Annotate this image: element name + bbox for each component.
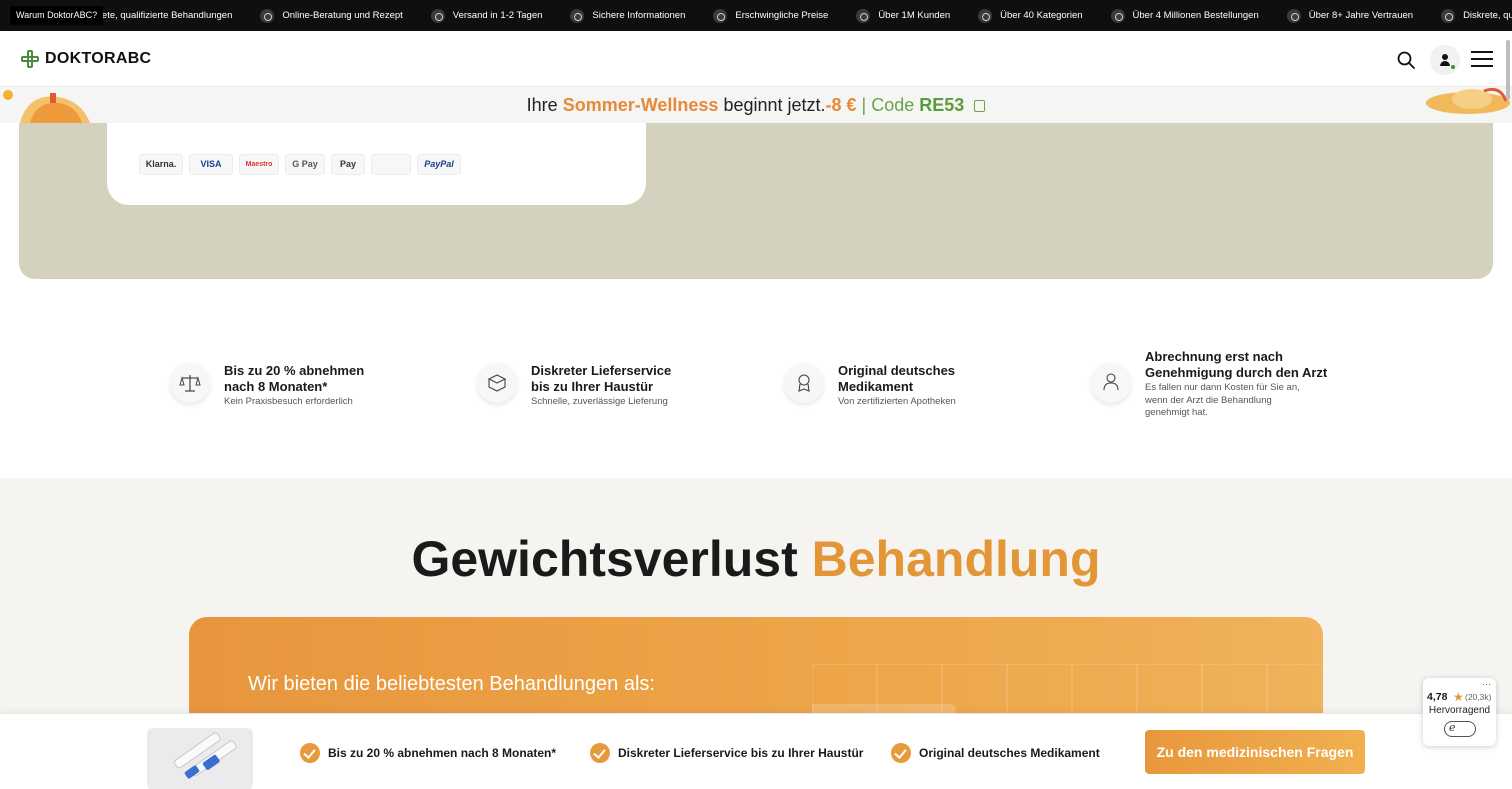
ticker-item: Über 1M Kunden — [856, 8, 950, 23]
ticker-item: Über 40 Kategorien — [978, 8, 1083, 23]
star-icon — [1110, 8, 1125, 23]
package-icon — [477, 363, 517, 403]
scale-icon — [170, 363, 210, 403]
sticky-check-item: Bis zu 20 % abnehmen nach 8 Monaten* — [300, 743, 556, 763]
ticker-item: Sichere Informationen — [570, 8, 685, 23]
promo-middle: beginnt jetzt. — [718, 95, 826, 115]
feature-title: Abrechnung erst nach Genehmigung durch d… — [1145, 349, 1328, 380]
feature-subtitle: Von zertifizierten Apotheken — [838, 396, 956, 407]
categories-icon — [978, 8, 993, 23]
sticky-cta-bar: Bis zu 20 % abnehmen nach 8 Monaten* Dis… — [0, 713, 1512, 789]
summer-hat-decoration — [1422, 87, 1512, 123]
klarna-logo: Klarna. — [139, 154, 183, 175]
feature-subtitle: Es fallen nur dann Kosten für Sie an, we… — [1145, 382, 1300, 418]
feature-item: Original deutsches Medikament Von zertif… — [784, 363, 978, 409]
menu-icon[interactable] — [1471, 51, 1493, 67]
status-dot — [1451, 65, 1455, 69]
user-icon — [1442, 54, 1448, 60]
ticker-item: Über 4 Millionen Bestellungen — [1110, 8, 1259, 23]
google-pay-logo: G Pay — [285, 154, 325, 175]
site-header: DOKTORABC — [0, 31, 1512, 87]
treatment-card-heading: Wir bieten die beliebtesten Behandlungen… — [248, 673, 655, 695]
promo-lead: Ihre — [526, 95, 563, 115]
customers-icon — [856, 8, 871, 23]
ticker-item: Diskrete, qualifizierte Behandlungen — [1441, 8, 1512, 23]
page-scrollbar[interactable] — [1506, 40, 1510, 100]
feature-subtitle: Kein Praxisbesuch erforderlich — [224, 396, 353, 407]
logo-text: DOKTORABC — [45, 50, 152, 67]
promo-highlight: Sommer-Wellness — [562, 95, 719, 115]
star-icon: ★ — [1453, 690, 1464, 704]
feature-item: Bis zu 20 % abnehmen nach 8 Monaten* Kei… — [170, 363, 374, 409]
sticky-check-item: Original deutsches Medikament — [891, 743, 1100, 763]
hero-section: Klarna. VISA Maestro G Pay Pay PayPal — [19, 123, 1493, 279]
ticker-track: krete, qualifizierte Behandlungen Online… — [94, 0, 1512, 31]
payment-card: Klarna. VISA Maestro G Pay Pay PayPal — [107, 123, 646, 205]
trusted-shops-rating[interactable]: ··· 4,78 ★ (20,3k) Hervorragend — [1423, 678, 1496, 746]
visa-mastercard-logo: VISA — [189, 154, 233, 175]
promo-separator: | — [856, 95, 872, 115]
ticker-item: Erschwingliche Preise — [713, 8, 828, 23]
feature-item: Abrechnung erst nach Genehmigung durch d… — [1091, 349, 1345, 420]
product-thumbnail — [147, 728, 253, 789]
summer-decoration-left — [0, 87, 96, 123]
check-icon — [891, 743, 911, 763]
feature-title: Diskreter Lieferservice bis zu Ihrer Hau… — [531, 363, 672, 394]
promo-code: RE53 — [919, 95, 965, 115]
doctor-icon — [1091, 363, 1131, 403]
account-button[interactable] — [1430, 45, 1460, 75]
trust-seal-icon — [1444, 721, 1476, 737]
shipping-icon — [430, 8, 445, 23]
ticker-badge: Warum DoktorABC? — [10, 6, 104, 25]
trust-icon — [1286, 8, 1301, 23]
ticker-item: Über 8+ Jahre Vertrauen — [1286, 8, 1413, 23]
trust-ticker: Warum DoktorABC? krete, qualifizierte Be… — [0, 0, 1512, 31]
shield-icon — [570, 8, 585, 23]
ticker-item: Versand in 1-2 Tagen — [430, 8, 542, 23]
promo-code-label: Code — [871, 95, 920, 115]
apple-pay-logo: Pay — [331, 154, 365, 175]
check-icon — [590, 743, 610, 763]
paypal-logo: PayPal — [417, 154, 461, 175]
ticker-item: krete, qualifizierte Behandlungen — [94, 10, 233, 21]
logo-cross-icon — [19, 48, 41, 70]
maestro-logo: Maestro — [239, 154, 279, 175]
award-icon — [784, 363, 824, 403]
check-icon — [300, 743, 320, 763]
feature-title: Bis zu 20 % abnehmen nach 8 Monaten* — [224, 363, 365, 394]
rating-score: 4,78 — [1427, 691, 1448, 703]
promo-discount: -8 € — [825, 95, 857, 115]
consultation-icon — [260, 8, 275, 23]
rating-label: Hervorragend — [1428, 705, 1491, 716]
logo[interactable]: DOKTORABC — [19, 48, 151, 70]
section-title: Gewichtsverlust Behandlung — [411, 531, 1101, 587]
rating-menu-icon[interactable]: ··· — [1482, 679, 1491, 689]
feature-title: Original deutsches Medikament — [838, 363, 956, 394]
copy-icon[interactable] — [974, 100, 986, 112]
payment-methods: Klarna. VISA Maestro G Pay Pay PayPal — [139, 154, 467, 175]
price-icon — [713, 8, 728, 23]
card-logo — [371, 154, 411, 175]
ticker-item: Online-Beratung und Rezept — [260, 8, 403, 23]
promo-banner: Ihre Sommer-Wellness beginnt jetzt.-8 € … — [0, 87, 1512, 123]
sticky-check-item: Diskreter Lieferservice bis zu Ihrer Hau… — [590, 743, 863, 763]
feature-item: Diskreter Lieferservice bis zu Ihrer Hau… — [477, 363, 681, 409]
search-icon[interactable] — [1397, 51, 1415, 69]
features-section: Bis zu 20 % abnehmen nach 8 Monaten* Kei… — [0, 279, 1512, 478]
rating-count: (20,3k) — [1465, 692, 1492, 702]
medical-questions-button[interactable]: Zu den medizinischen Fragen — [1145, 730, 1365, 774]
pill-icon — [1441, 8, 1456, 23]
feature-subtitle: Schnelle, zuverlässige Lieferung — [531, 396, 668, 407]
